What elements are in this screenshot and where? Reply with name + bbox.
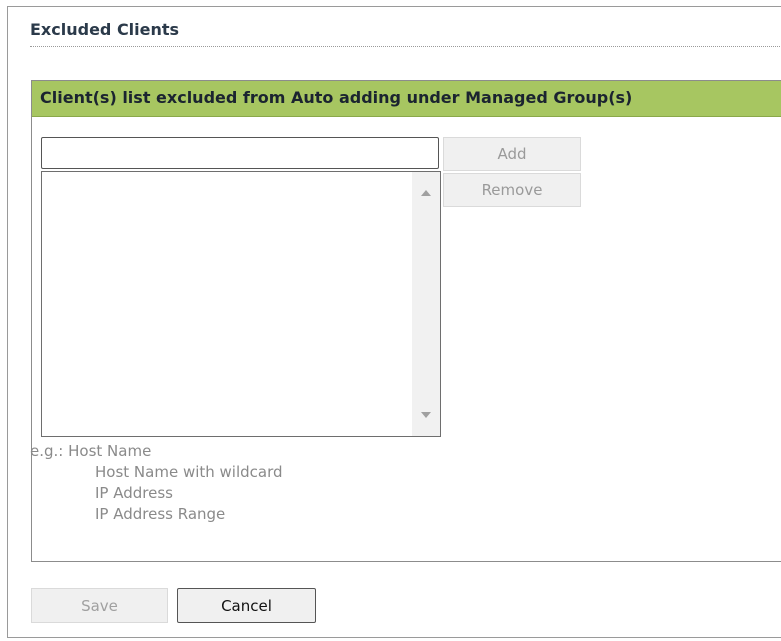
scroll-up-arrow-icon[interactable] — [421, 190, 431, 196]
hint-prefix: e.g.: — [30, 442, 64, 460]
panel-header-title: Client(s) list excluded from Auto adding… — [40, 88, 633, 107]
hint-item: IP Address Range — [95, 505, 226, 523]
hint-item: Host Name — [68, 442, 152, 460]
excluded-clients-list[interactable] — [41, 171, 441, 437]
hint-item: Host Name with wildcard — [95, 463, 283, 481]
scroll-down-arrow-icon[interactable] — [421, 412, 431, 418]
hint-row: e.g.: Host Name — [30, 441, 283, 462]
example-hints: e.g.: Host Name Host Name with wildcard … — [30, 441, 283, 525]
client-entry-input[interactable] — [41, 137, 439, 169]
panel-header: Client(s) list excluded from Auto adding… — [32, 81, 781, 117]
add-button[interactable]: Add — [443, 137, 581, 171]
cancel-button[interactable]: Cancel — [177, 588, 316, 623]
page-title: Excluded Clients — [30, 20, 180, 39]
title-divider — [30, 46, 781, 47]
remove-button[interactable]: Remove — [443, 173, 581, 207]
list-scrollbar[interactable] — [412, 172, 440, 436]
hint-item: IP Address — [95, 484, 173, 502]
save-button[interactable]: Save — [31, 588, 168, 623]
